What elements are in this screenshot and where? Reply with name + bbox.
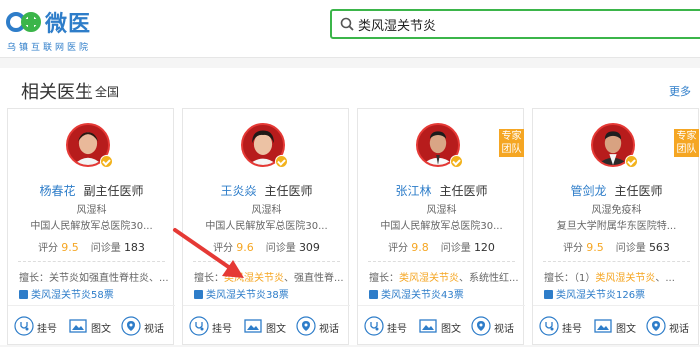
doctor-name[interactable]: 管剑龙 (570, 184, 606, 198)
location-pin-icon (646, 316, 666, 336)
logo-icon (6, 12, 41, 32)
search-input[interactable]: 类风湿关节炎 (358, 15, 436, 34)
doctor-skill: 擅长：关节炎如强直性脊柱炎、... (19, 273, 169, 284)
location-pin-icon (471, 316, 491, 336)
image-text-icon (594, 319, 612, 333)
doctor-name[interactable]: 王炎焱 (220, 184, 256, 198)
card-actions: 挂号 图文 视话 (8, 305, 175, 346)
count-label: 问诊量 (615, 243, 646, 254)
verified-icon (275, 155, 288, 168)
doctor-card[interactable]: 王炎焱 主任医师 风湿科 中国人民解放军总医院30... 评分 9.6 问诊量 30… (182, 108, 350, 346)
count-label: 问诊量 (440, 243, 471, 254)
doctor-title: 副主任医师 (83, 184, 144, 198)
image-text-icon (244, 319, 262, 333)
expert-team-badge: 专家团队 (674, 129, 699, 157)
doctor-card[interactable]: 专家团队 管剑龙 主任医师 风湿免疫科 复旦大学附属华东医院特... 评分 9.5… (532, 108, 700, 346)
stethoscope-icon (364, 316, 384, 336)
vote-badge[interactable]: 类风湿关节炎126票 (544, 286, 645, 301)
divider (543, 261, 690, 262)
thumbs-up-icon (369, 290, 378, 299)
doctor-hospital: 中国人民解放军总医院30... (380, 221, 503, 232)
logo-subtitle: 乌镇互联网医院 (7, 43, 92, 53)
doctor-department: 风湿免疫科 (591, 205, 642, 216)
verified-icon (100, 155, 113, 168)
doctor-hospital: 复旦大学附属华东医院特... (556, 221, 677, 232)
vote-badge[interactable]: 类风湿关节炎38票 (194, 286, 289, 301)
card-actions: 挂号 图文 视话 (183, 305, 350, 346)
doctor-title: 主任医师 (264, 184, 313, 198)
location-pin-icon (296, 316, 316, 336)
section-title: 相关医生 (21, 82, 93, 103)
card-actions: 挂号 图文 视话 (358, 305, 525, 346)
doctor-skill: 擅长：类风湿关节炎、系统性红... (369, 273, 519, 284)
count-label: 问诊量 (265, 243, 296, 254)
doctor-name[interactable]: 杨春花 (39, 184, 75, 198)
doctor-department: 风湿科 (76, 205, 107, 216)
expert-team-badge: 专家团队 (499, 129, 524, 157)
consult-count: 183 (123, 241, 145, 254)
section-scope: 全国 (95, 85, 120, 99)
more-link[interactable]: 更多 (669, 83, 691, 99)
related-doctors-panel: 相关医生 全国 更多 杨春花 副主任医师 风湿科 中国人民解放军总医院30... … (0, 68, 700, 345)
divider (368, 261, 515, 262)
doctor-title: 主任医师 (614, 184, 663, 198)
score-label: 评分 (213, 243, 234, 254)
divider (18, 261, 165, 262)
consult-count: 120 (473, 241, 495, 254)
doctor-hospital: 中国人民解放军总医院30... (205, 221, 328, 232)
doctor-card[interactable]: 杨春花 副主任医师 风湿科 中国人民解放军总医院30... 评分 9.5 问诊量 1… (7, 108, 175, 346)
verified-icon (450, 155, 463, 168)
stethoscope-icon (189, 316, 209, 336)
doctor-hospital: 中国人民解放军总医院30... (30, 221, 153, 232)
thumbs-up-icon (544, 290, 553, 299)
logo-text: 微医 (45, 12, 92, 37)
title-divider (88, 84, 89, 97)
doctor-score: 9.5 (61, 241, 79, 254)
score-label: 评分 (388, 243, 409, 254)
divider (193, 261, 340, 262)
doctor-department: 风湿科 (251, 205, 282, 216)
location-pin-icon (121, 316, 141, 336)
doctor-name[interactable]: 张江林 (395, 184, 431, 198)
doctor-skill: 擅长：类风湿关节炎、强直性脊... (194, 273, 344, 284)
card-actions: 挂号 图文 视话 (533, 305, 700, 346)
consult-count: 309 (298, 241, 320, 254)
verified-icon (625, 155, 638, 168)
search-box[interactable]: 类风湿关节炎 (330, 9, 700, 39)
image-text-icon (419, 319, 437, 333)
score-label: 评分 (38, 243, 59, 254)
count-label: 问诊量 (90, 243, 121, 254)
search-icon (340, 17, 354, 31)
doctor-card[interactable]: 专家团队 张江林 主任医师 风湿科 中国人民解放军总医院30... 评分 9.8 问… (357, 108, 525, 346)
site-header: 微医 乌镇互联网医院 类风湿关节炎 (0, 0, 700, 58)
doctor-title: 主任医师 (439, 184, 488, 198)
doctor-score: 9.5 (586, 241, 604, 254)
score-label: 评分 (563, 243, 584, 254)
doctor-department: 风湿科 (426, 205, 457, 216)
stethoscope-icon (539, 316, 559, 336)
stethoscope-icon (14, 316, 34, 336)
doctor-score: 9.8 (411, 241, 429, 254)
site-logo[interactable]: 微医 乌镇互联网医院 (6, 6, 116, 53)
thumbs-up-icon (19, 290, 28, 299)
image-text-icon (69, 319, 87, 333)
doctor-score: 9.6 (236, 241, 254, 254)
doctor-skill: 擅长：（1）类风湿关节炎、... (544, 273, 675, 284)
consult-count: 563 (648, 241, 670, 254)
vote-badge[interactable]: 类风湿关节炎58票 (19, 286, 114, 301)
thumbs-up-icon (194, 290, 203, 299)
vote-badge[interactable]: 类风湿关节炎43票 (369, 286, 464, 301)
